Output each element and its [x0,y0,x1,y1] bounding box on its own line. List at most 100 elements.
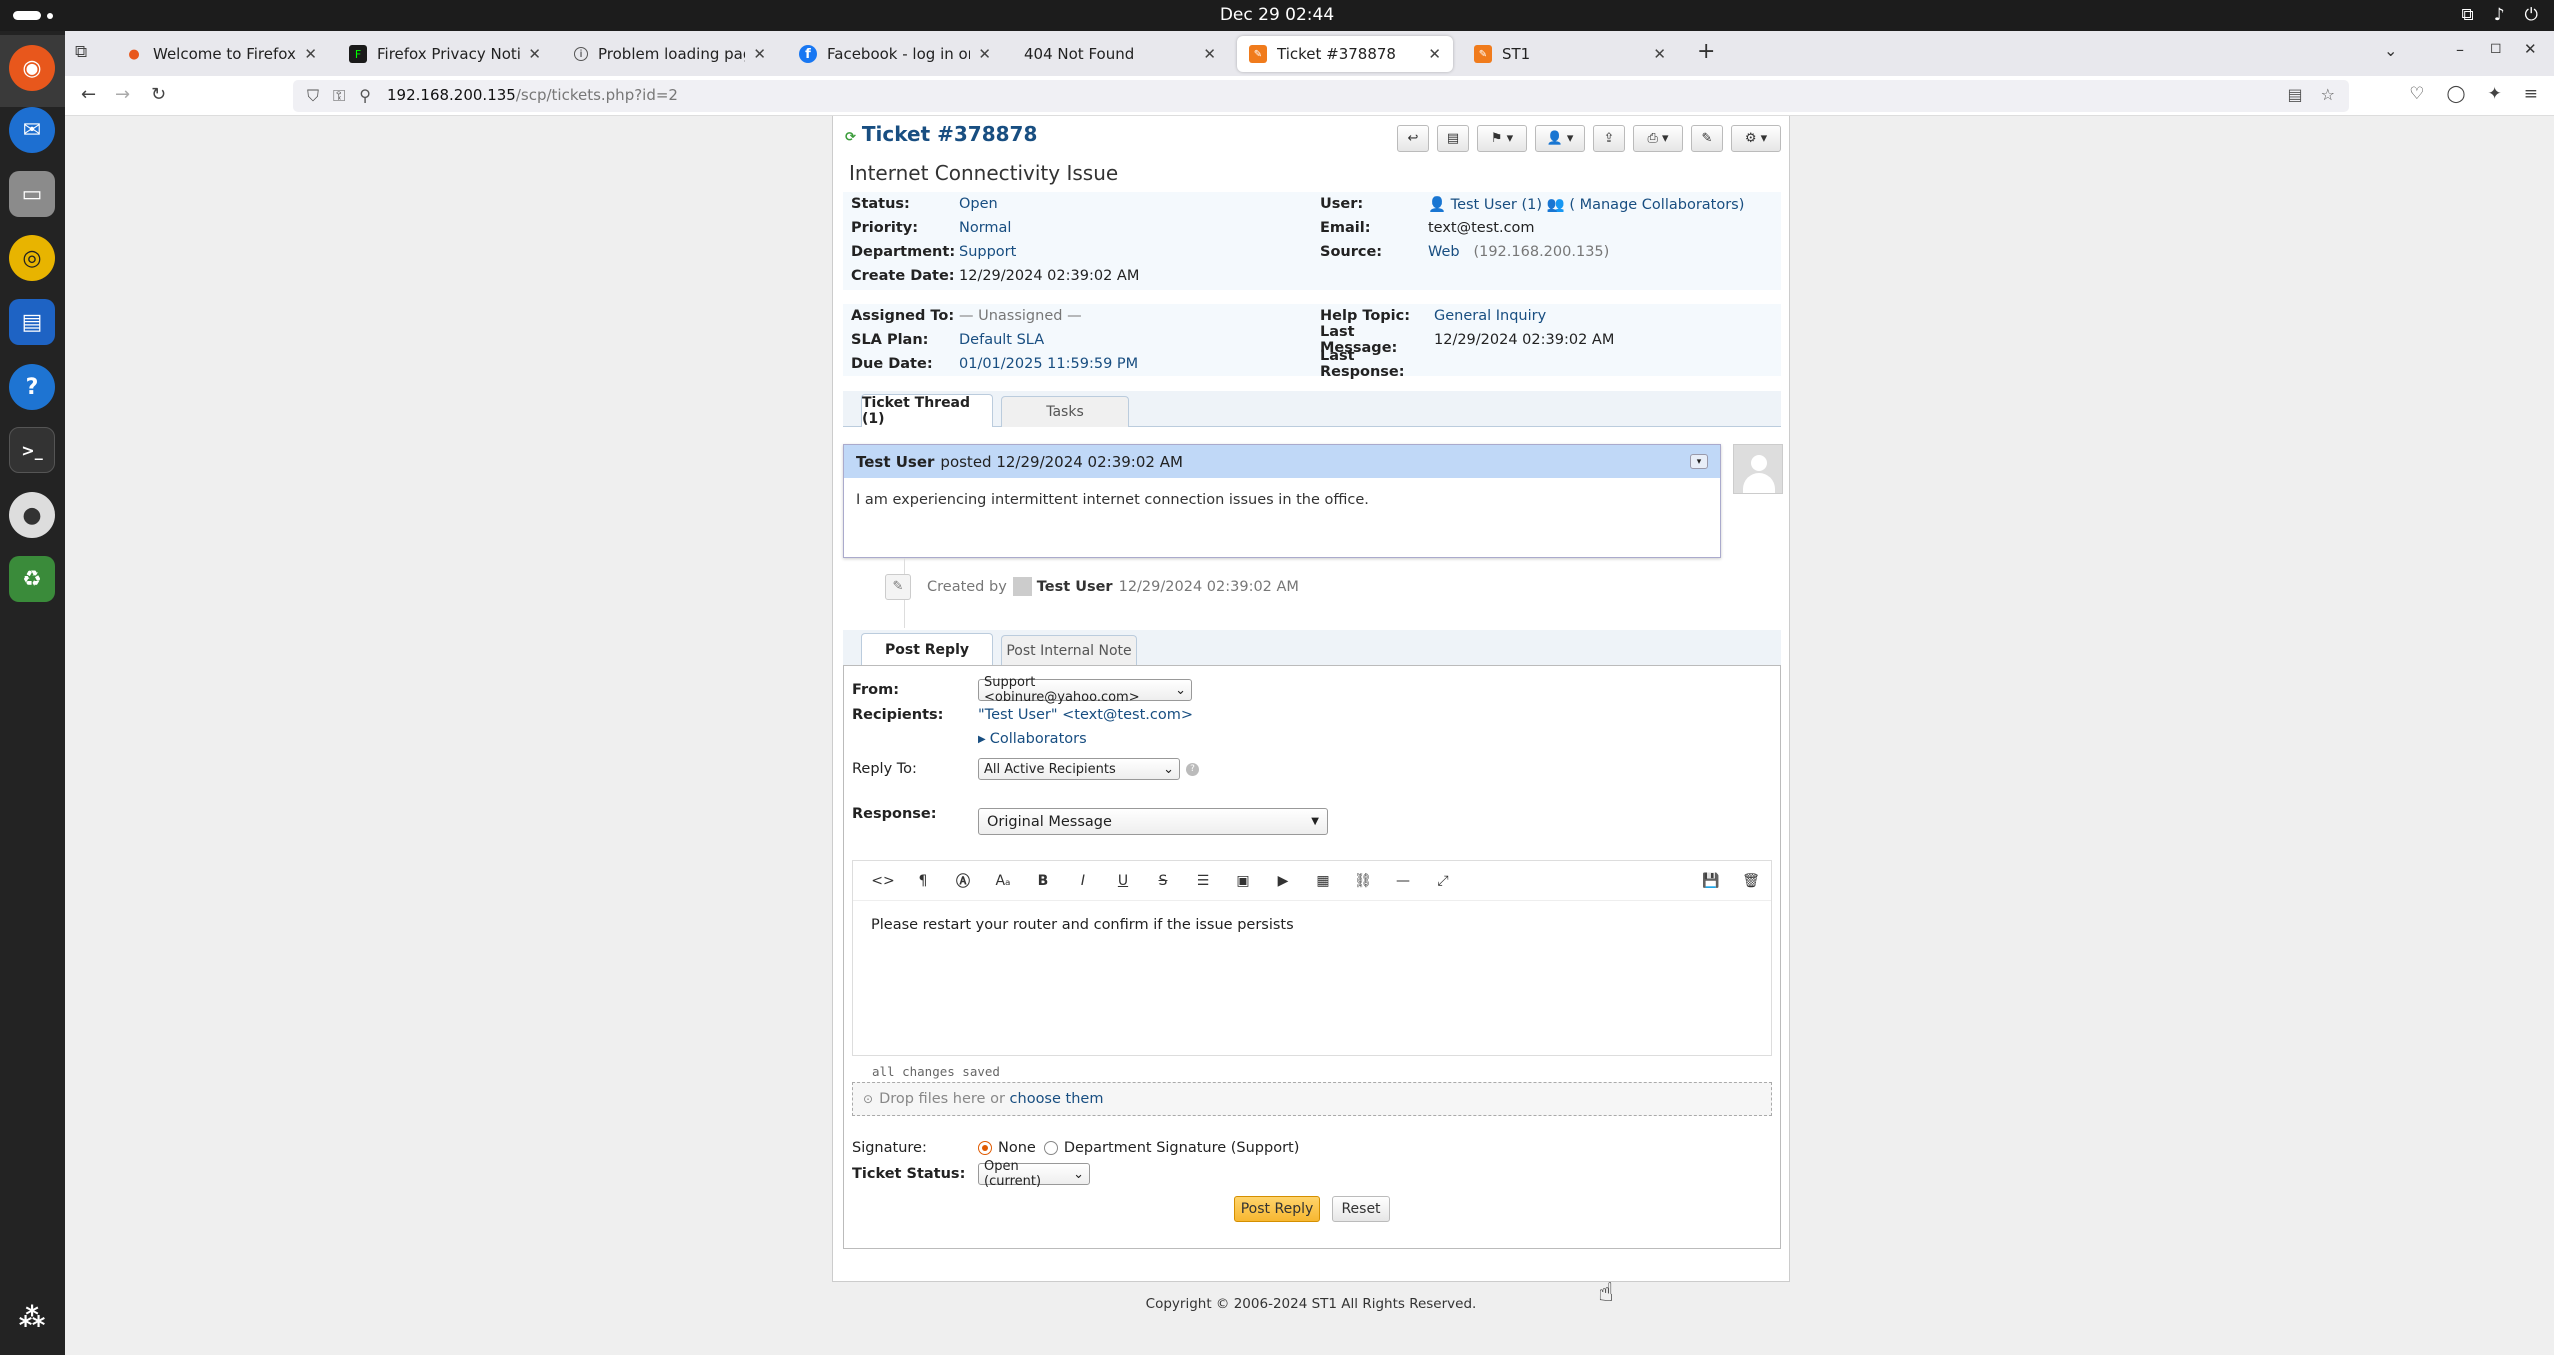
reply-to-select[interactable]: All Active Recipients ⌄ [978,758,1180,780]
close-icon[interactable]: ✕ [978,45,991,63]
volume-icon[interactable]: ♪ [2494,5,2505,25]
close-icon[interactable]: ✕ [1653,45,1666,63]
new-tab-icon[interactable]: + [1697,39,1715,64]
response-select[interactable]: Original Message ▼ [978,808,1328,835]
network-icon[interactable]: ⧉ [2462,5,2474,25]
pocket-icon[interactable]: ♡ [2409,84,2424,104]
signature-dept-radio[interactable] [1043,1141,1058,1155]
manage-collaborators-link[interactable]: 👥 ( Manage Collaborators) [1547,196,1745,213]
link-icon[interactable]: ⛓ [1343,873,1383,889]
thunderbird-icon[interactable]: ✉ [9,107,55,153]
permissions-icon[interactable]: ⚲ [359,86,371,106]
pencil-icon: ✎ [885,573,911,600]
disc-icon[interactable]: ● [9,492,55,538]
video-icon[interactable]: ▶ [1263,873,1303,889]
reply-icon[interactable]: ↩ [1397,125,1429,152]
choose-files-link[interactable]: choose them [1010,1091,1104,1107]
tab-welcome[interactable]: ● Welcome to Firefox ✕ [113,36,329,72]
last-response-row: Last Response: [1320,348,1405,380]
table-icon[interactable]: ▦ [1303,873,1343,889]
tab-st1[interactable]: ✎ ST1 ✕ [1462,36,1678,72]
reader-view-icon[interactable]: ▤ [2288,85,2303,104]
rhythmbox-icon[interactable]: ◎ [9,235,55,281]
show-apps-icon[interactable]: ⁂ [9,1295,55,1341]
save-draft-icon[interactable]: 💾 [1691,873,1731,889]
account-icon[interactable]: ◯ [2446,84,2465,104]
terminal-icon[interactable]: >_ [9,427,55,473]
close-icon[interactable]: ✕ [304,45,317,63]
tab-post-reply[interactable]: Post Reply [861,633,993,666]
bookmark-star-icon[interactable]: ☆ [2321,85,2335,104]
gear-icon[interactable]: ⚙ ▾ [1731,125,1781,152]
refresh-icon[interactable]: ⟳ [845,130,856,145]
close-icon[interactable]: ✕ [1203,45,1216,63]
ticket-status-select[interactable]: Open (current) ⌄ [978,1159,1090,1189]
post-reply-button[interactable]: Post Reply [1234,1196,1320,1222]
url-bar[interactable]: ⛉ ⚿ ⚲ 192.168.200.135/scp/tickets.php?id… [293,80,2349,112]
flag-icon[interactable]: ⚑ ▾ [1477,125,1527,152]
file-drop-zone[interactable]: ⊙ Drop files here or choose them [852,1082,1772,1116]
minimize-icon[interactable]: – [2456,40,2464,59]
forward-icon[interactable]: → [115,84,130,105]
tab-tasks[interactable]: Tasks [1001,396,1129,427]
tab-ticket[interactable]: ✎ Ticket #378878 ✕ [1237,36,1453,72]
print-icon[interactable]: ⎙ ▾ [1633,125,1683,152]
user-link[interactable]: 👤 Test User (1) [1428,196,1542,213]
extensions-icon[interactable]: ✦ [2488,84,2502,104]
maximize-icon[interactable]: ◻ [2490,40,2502,56]
horizontal-rule-icon[interactable]: — [1383,873,1423,889]
list-icon[interactable]: ☰ [1183,873,1223,889]
fullscreen-icon[interactable]: ⤢ [1423,873,1463,889]
power-icon[interactable]: ⏻ [2525,5,2538,25]
image-icon[interactable]: ▣ [1223,873,1263,889]
url-text[interactable]: 192.168.200.135/scp/tickets.php?id=2 [387,86,678,104]
help-icon[interactable]: ? [9,364,55,410]
files-icon[interactable]: ▭ [9,171,55,217]
window-close-icon[interactable]: ✕ [2524,40,2537,58]
html-code-icon[interactable]: <> [863,873,903,889]
help-icon[interactable]: ? [1186,762,1199,776]
chevron-down-icon[interactable]: ⌄ [2384,41,2397,60]
system-tray[interactable]: ⧉ ♪ ⏻ [2462,5,2538,25]
paragraph-icon[interactable]: ¶ [903,873,943,889]
from-select[interactable]: Support <obinure@yahoo.com> ⌄ [978,675,1192,705]
chevron-down-icon[interactable]: ▾ [1690,454,1708,469]
italic-icon[interactable]: I [1063,873,1103,889]
system-clock[interactable]: Dec 29 02:44 [0,5,2554,25]
tab-problem-loading[interactable]: i Problem loading page ✕ [562,36,778,72]
close-icon[interactable]: ✕ [753,45,766,63]
pdf-icon[interactable]: ▤ [1437,125,1469,152]
text-color-icon[interactable]: Ⓐ [943,871,983,891]
writer-icon[interactable]: ▤ [9,299,55,345]
tab-list-icon[interactable]: ⧉ [75,42,87,62]
back-icon[interactable]: ← [81,84,96,105]
firefox-icon[interactable]: ◉ [9,45,55,91]
delete-draft-icon[interactable]: 🗑 [1731,873,1771,889]
tab-post-internal-note[interactable]: Post Internal Note [1001,635,1137,666]
underline-icon[interactable]: U [1103,873,1143,889]
tab-404[interactable]: 404 Not Found ✕ [1012,36,1228,72]
font-size-icon[interactable]: Aₐ [983,873,1023,889]
shield-icon[interactable]: ⛉ [307,86,319,106]
strikethrough-icon[interactable]: S [1143,873,1183,889]
reset-button[interactable]: Reset [1332,1196,1390,1222]
bold-icon[interactable]: B [1023,873,1063,889]
edit-icon[interactable]: ✎ [1691,125,1723,152]
tab-facebook[interactable]: f Facebook - log in or sign ✕ [787,36,1003,72]
lock-insecure-icon[interactable]: ⚿ [333,86,345,106]
menu-icon[interactable]: ≡ [2524,84,2538,104]
thread-posted: posted 12/29/2024 02:39:02 AM [940,452,1183,471]
recipients-link[interactable]: "Test User" <text@test.com> [978,707,1193,723]
editor-content[interactable]: Please restart your router and confirm i… [853,901,1771,949]
reload-icon[interactable]: ↻ [151,84,166,105]
collaborators-toggle[interactable]: ▶ Collaborators [978,731,1087,747]
tab-ticket-thread[interactable]: Ticket Thread (1) [861,394,993,427]
assign-icon[interactable]: 👤 ▾ [1535,125,1585,152]
trash-icon[interactable]: ♻ [9,556,55,602]
ticket-number[interactable]: ⟳ Ticket #378878 [845,122,1037,146]
signature-none-radio[interactable] [978,1141,992,1155]
close-icon[interactable]: ✕ [528,45,541,63]
transfer-icon[interactable]: ⇪ [1593,125,1625,152]
close-icon[interactable]: ✕ [1428,45,1441,63]
tab-privacy-notice[interactable]: F Firefox Privacy Notice — ✕ [337,36,553,72]
